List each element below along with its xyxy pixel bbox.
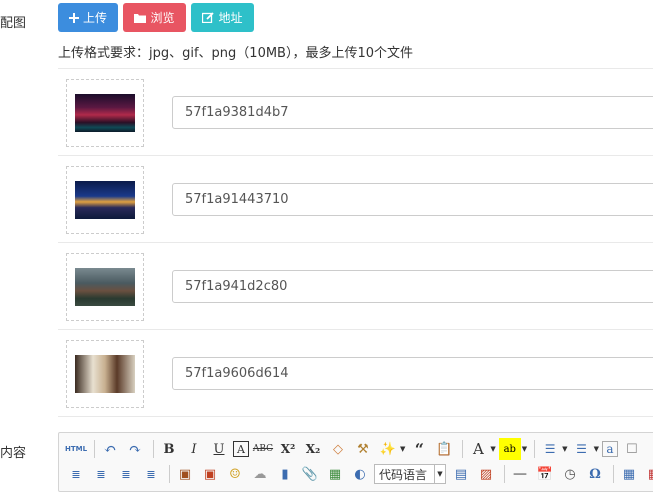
image-id-field[interactable]: 57f1a9606d614 [172,357,653,390]
auto-typeset-icon[interactable]: a [601,441,618,457]
font-border-icon[interactable]: A [233,441,249,457]
align-justify-icon[interactable]: ≣ [140,463,162,485]
horizontal-rule-icon[interactable]: — [509,463,531,485]
code-language-select[interactable]: 代码语言 ▼ [374,464,446,484]
image-label: 配图 [0,16,27,31]
thumbnail-image [75,268,135,306]
align-right-icon[interactable]: ≣ [115,463,137,485]
ordered-list-icon[interactable]: ☰ [539,438,561,460]
upload-hint: 上传格式要求：jpg、gif、png（10MB），最多上传10个文件 [58,46,414,61]
image-thumbnail[interactable] [66,253,144,321]
html-source-button[interactable]: HTML [65,438,87,460]
list-item: 57f1a9381d4b7 [58,68,653,155]
address-button-label: 地址 [218,11,243,25]
template-icon[interactable]: ▤ [450,463,472,485]
thumbnail-image [75,94,135,132]
image-id-field[interactable]: 57f1a91443710 [172,183,653,216]
list-item: 57f1a9606d614 [58,329,653,417]
image-id-field[interactable]: 57f1a941d2c80 [172,270,653,303]
browse-button-label: 浏览 [150,11,175,25]
paste-text-icon[interactable]: 📋 [433,438,455,460]
superscript-icon[interactable]: X² [277,438,299,460]
emoticon-icon[interactable]: ☺ [224,463,246,485]
scrawl-icon[interactable]: ☁ [249,463,271,485]
magic-wand-icon[interactable]: ✨ [377,438,399,460]
eraser-icon[interactable]: ◇ [327,438,349,460]
list-item: 57f1a941d2c80 [58,242,653,329]
document-icon[interactable]: ☐ [621,438,643,460]
align-center-icon[interactable]: ≣ [90,463,112,485]
unordered-list-icon[interactable]: ☰ [571,438,593,460]
content-label: 内容 [0,446,27,461]
browse-button[interactable]: 浏览 [123,3,186,32]
rich-text-editor[interactable]: HTML ↶ ↷ B I U A ABC X² X₂ ◇ ⚒ ✨ ▼ “ 📋 A ▼… [58,432,653,492]
video-icon[interactable]: ▮ [274,463,296,485]
image-thumbnail[interactable] [66,79,144,147]
undo-icon[interactable]: ↶ [99,438,121,460]
font-color-icon[interactable]: A [467,438,489,460]
editor-toolbar-row-2: ≣ ≣ ≣ ≣ ▣ ▣ ☺ ☁ ▮ 📎 ▦ ◐ 代码语言 ▼ ▤ ▨ — 📅 ◷… [65,462,653,486]
image-icon[interactable]: ▣ [174,463,196,485]
list-item: 57f1a91443710 [58,155,653,242]
edit-icon [202,12,215,23]
plus-icon [68,12,79,23]
upload-button-label: 上传 [82,11,107,25]
editor-toolbar-row-1: HTML ↶ ↷ B I U A ABC X² X₂ ◇ ⚒ ✨ ▼ “ 📋 A ▼… [65,437,646,461]
highlight-icon[interactable]: ab [498,438,521,460]
thumbnail-image [75,181,135,219]
map-icon[interactable]: ▦ [324,463,346,485]
underline-icon[interactable]: U [208,438,230,460]
bold-icon[interactable]: B [158,438,180,460]
image-thumbnail[interactable] [66,166,144,234]
thumbnail-image [75,355,135,393]
upload-list: 57f1a9381d4b7 57f1a91443710 57f1a941d2c8… [58,68,653,417]
delete-table-icon[interactable]: ▦ [643,463,653,485]
upload-button[interactable]: 上传 [58,3,118,32]
redo-icon[interactable]: ↷ [124,438,146,460]
subscript-icon[interactable]: X₂ [302,438,324,460]
background-icon[interactable]: ▨ [475,463,497,485]
insert-code-icon[interactable]: ◐ [349,463,371,485]
attachment-icon[interactable]: 📎 [299,463,321,485]
folder-icon [134,13,147,23]
special-chars-icon[interactable]: Ω [584,463,606,485]
date-icon[interactable]: 📅 [534,463,556,485]
image-thumbnail[interactable] [66,340,144,408]
format-brush-icon[interactable]: ⚒ [352,438,374,460]
align-left-icon[interactable]: ≣ [65,463,87,485]
time-icon[interactable]: ◷ [559,463,581,485]
strikethrough-icon[interactable]: ABC [252,438,274,460]
multi-image-icon[interactable]: ▣ [199,463,221,485]
code-language-value: 代码语言 [379,467,428,482]
blockquote-icon[interactable]: “ [408,438,430,460]
address-button[interactable]: 地址 [191,3,254,32]
image-id-field[interactable]: 57f1a9381d4b7 [172,96,653,129]
chevron-down-icon: ▼ [434,465,445,483]
table-icon[interactable]: ▦ [618,463,640,485]
italic-icon[interactable]: I [183,438,205,460]
